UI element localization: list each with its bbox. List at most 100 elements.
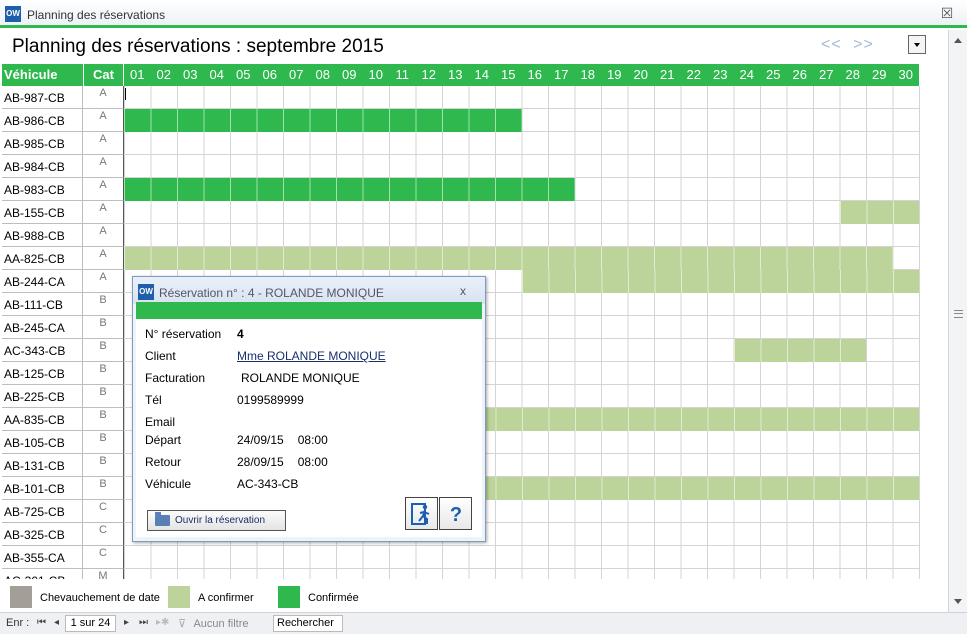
vehicle-row[interactable]: AB-983-CB A bbox=[2, 178, 945, 201]
vehicle-cell[interactable]: AB-131-CB bbox=[2, 454, 83, 477]
day-header-22: 22 bbox=[686, 67, 701, 82]
category-cell: B bbox=[83, 385, 124, 408]
vehicle-cell[interactable]: AB-125-CB bbox=[2, 362, 83, 385]
reservation-bar[interactable] bbox=[468, 477, 919, 500]
next-record-icon[interactable]: ▸ bbox=[124, 617, 129, 628]
day-header-03: 03 bbox=[183, 67, 198, 82]
vehicle-cell[interactable]: AB-101-CB bbox=[2, 477, 83, 500]
vehicle-row[interactable]: AB-984-CB A bbox=[2, 155, 945, 178]
category-cell: M bbox=[83, 569, 124, 579]
legend-label: Chevauchement de date bbox=[40, 592, 160, 604]
category-cell: C bbox=[83, 546, 124, 569]
reservation-bar[interactable] bbox=[124, 178, 575, 201]
vehicle-row[interactable]: AC-301-CBM bbox=[2, 569, 945, 579]
reservation-bar[interactable] bbox=[124, 247, 893, 270]
vehicle-cell[interactable]: AB-105-CB bbox=[2, 431, 83, 454]
open-reservation-button[interactable]: Ouvrir la réservation bbox=[147, 510, 286, 531]
category-cell: B bbox=[83, 316, 124, 339]
popup-close-icon[interactable]: x bbox=[460, 284, 466, 298]
new-record-icon[interactable]: ▸✱ bbox=[156, 617, 169, 628]
vehicle-cell[interactable]: AB-986-CB bbox=[2, 109, 83, 132]
vehicle-row[interactable]: AB-985-CB A bbox=[2, 132, 945, 155]
vehicle-cell[interactable]: AA-825-CB bbox=[2, 247, 83, 270]
window-titlebar: OW Planning des réservations ☒ bbox=[0, 0, 967, 26]
vehicle-cell[interactable]: AB-983-CB bbox=[2, 178, 83, 201]
filter-toggle[interactable]: ⊽ Aucun filtre bbox=[178, 617, 248, 630]
day-header-07: 07 bbox=[289, 67, 304, 82]
help-button[interactable]: ? bbox=[439, 497, 472, 530]
day-header-27: 27 bbox=[819, 67, 834, 82]
previous-record-icon[interactable]: ◂ bbox=[54, 617, 59, 628]
help-icon: ? bbox=[450, 504, 462, 526]
vehicle-cell[interactable]: AB-987-CB bbox=[2, 86, 83, 109]
vehicle-cell[interactable]: AB-988-CB bbox=[2, 224, 83, 247]
day-header-20: 20 bbox=[633, 67, 648, 82]
day-header-29: 29 bbox=[872, 67, 887, 82]
record-position-field[interactable]: 1 sur 24 bbox=[65, 615, 116, 632]
vehicle-cell[interactable]: AB-111-CB bbox=[2, 293, 83, 316]
day-cells[interactable] bbox=[124, 247, 920, 270]
first-record-icon[interactable]: ⏮ bbox=[37, 617, 46, 628]
month-navigation: << >> bbox=[821, 36, 874, 54]
vehicle-cell[interactable]: AB-155-CB bbox=[2, 201, 83, 224]
client-link[interactable]: Mme ROLANDE MONIQUE bbox=[237, 349, 386, 363]
vehicle-column-header: Véhicule bbox=[2, 64, 83, 86]
vehicle-cell[interactable]: AB-985-CB bbox=[2, 132, 83, 155]
day-cells[interactable] bbox=[124, 155, 920, 178]
popup-logo-icon: OW bbox=[138, 284, 154, 300]
reservation-bar[interactable] bbox=[521, 270, 919, 293]
vehicle-row[interactable]: AB-988-CB A bbox=[2, 224, 945, 247]
reservation-bar[interactable] bbox=[839, 201, 919, 224]
previous-month-button[interactable]: << bbox=[821, 36, 842, 54]
category-cell: A bbox=[83, 132, 124, 155]
vehicle-cell[interactable]: AB-245-CA bbox=[2, 316, 83, 339]
reservation-bar[interactable] bbox=[468, 408, 919, 431]
day-cells[interactable] bbox=[124, 178, 920, 201]
departure-date: 24/09/15 bbox=[237, 433, 284, 447]
category-cell: A bbox=[83, 178, 124, 201]
legend-swatch bbox=[10, 586, 32, 608]
vehicle-cell[interactable]: AB-225-CB bbox=[2, 385, 83, 408]
day-header-21: 21 bbox=[660, 67, 675, 82]
scroll-up-icon[interactable] bbox=[954, 38, 962, 43]
category-cell: B bbox=[83, 431, 124, 454]
vehicle-cell[interactable]: AC-343-CB bbox=[2, 339, 83, 362]
day-cells[interactable] bbox=[124, 201, 920, 224]
reservation-bar[interactable] bbox=[124, 109, 522, 132]
day-cells[interactable] bbox=[124, 132, 920, 155]
vehicle-cell[interactable]: AC-301-CB bbox=[2, 569, 83, 579]
window-close-icon[interactable]: ☒ bbox=[940, 5, 954, 21]
day-cells[interactable] bbox=[124, 224, 920, 247]
vehicle-row[interactable]: AB-355-CA C bbox=[2, 546, 945, 569]
search-input[interactable]: Rechercher bbox=[273, 615, 343, 632]
vertical-scrollbar[interactable] bbox=[948, 30, 967, 612]
vehicle-row[interactable]: AB-155-CB A bbox=[2, 201, 945, 224]
vehicle-cell[interactable]: AB-355-CA bbox=[2, 546, 83, 569]
vehicle-cell[interactable]: AB-984-CB bbox=[2, 155, 83, 178]
return-value: 28/09/15 08:00 bbox=[237, 455, 328, 469]
return-date: 28/09/15 bbox=[237, 455, 284, 469]
vehicle-cell[interactable]: AA-835-CB bbox=[2, 408, 83, 431]
category-cell: A bbox=[83, 109, 124, 132]
scroll-thumb[interactable] bbox=[954, 310, 963, 318]
open-reservation-label: Ouvrir la réservation bbox=[175, 515, 266, 526]
page-title: Planning des réservations : septembre 20… bbox=[12, 36, 384, 57]
next-month-button[interactable]: >> bbox=[853, 36, 874, 54]
vehicle-cell[interactable]: AB-244-CA bbox=[2, 270, 83, 293]
day-cells[interactable] bbox=[124, 86, 920, 109]
reservation-bar[interactable] bbox=[733, 339, 866, 362]
vehicle-row[interactable]: AB-986-CB A bbox=[2, 109, 945, 132]
vehicle-cell[interactable]: AB-725-CB bbox=[2, 500, 83, 523]
day-cells[interactable] bbox=[124, 546, 920, 569]
vehicle-cell[interactable]: AB-325-CB bbox=[2, 523, 83, 546]
vehicle-row[interactable]: AA-825-CB A bbox=[2, 247, 945, 270]
last-record-icon[interactable]: ⏭ bbox=[139, 617, 148, 628]
vehicle-row[interactable]: AB-987-CB A bbox=[2, 86, 945, 109]
month-dropdown-button[interactable] bbox=[908, 35, 926, 54]
day-cells[interactable] bbox=[124, 109, 920, 132]
day-cells[interactable] bbox=[124, 569, 920, 579]
scroll-down-icon[interactable] bbox=[954, 599, 962, 604]
text-cursor bbox=[125, 88, 126, 100]
billing-label: Facturation bbox=[145, 371, 206, 385]
exit-button[interactable] bbox=[405, 497, 438, 530]
